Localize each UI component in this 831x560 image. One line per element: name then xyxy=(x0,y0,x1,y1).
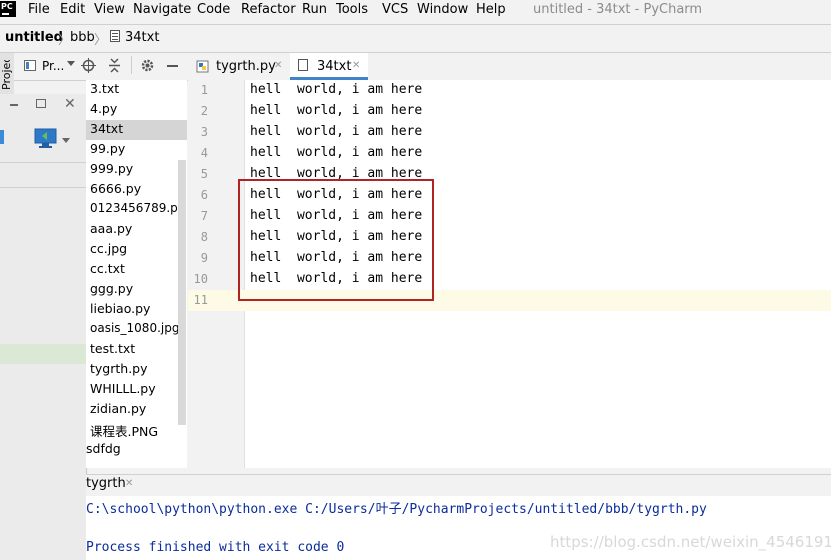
text-file-icon xyxy=(110,30,120,42)
menu-vcs[interactable]: VCS xyxy=(382,2,408,17)
line-number: 11 xyxy=(193,293,208,307)
line-number: 4 xyxy=(200,146,208,160)
tab-close-icon[interactable]: ✕ xyxy=(274,60,282,71)
tree-item-liebiao-py[interactable]: liebiao.py xyxy=(90,301,150,316)
project-tool-button[interactable]: Project xyxy=(0,60,12,90)
project-view-icon xyxy=(24,60,36,71)
console-line: C:\school\python\python.exe C:/Users/叶子/… xyxy=(86,502,707,517)
menu-file[interactable]: File xyxy=(28,2,50,17)
menu-help[interactable]: Help xyxy=(476,2,506,17)
menu-edit[interactable]: Edit xyxy=(60,2,85,17)
project-toolbar xyxy=(14,53,188,81)
dropdown-arrow-icon[interactable] xyxy=(67,61,75,66)
menu-navigate[interactable]: Navigate xyxy=(133,2,191,17)
hide-panel-icon[interactable] xyxy=(167,65,178,67)
pycharm-logo-icon: PC xyxy=(0,1,16,17)
code-line[interactable]: hell world, i am here xyxy=(250,82,422,97)
menu-window[interactable]: Window xyxy=(417,2,468,17)
line-number: 5 xyxy=(200,167,208,181)
code-line[interactable]: hell world, i am here xyxy=(250,124,422,139)
tree-item-oasis-jpg[interactable]: oasis_1080.jpg xyxy=(90,321,179,335)
console-line: Process finished with exit code 0 xyxy=(86,540,345,555)
tree-item-6666-py[interactable]: 6666.py xyxy=(90,181,141,196)
tree-item-34txt[interactable]: 34txt xyxy=(90,121,123,136)
collapse-all-icon[interactable] xyxy=(107,58,122,73)
line-number: 1 xyxy=(200,83,208,97)
code-line[interactable]: hell world, i am here xyxy=(250,103,422,118)
breadcrumb-folder[interactable]: bbb xyxy=(70,30,95,45)
toolbar-separator xyxy=(131,56,132,74)
tree-item-999-py[interactable]: 999.py xyxy=(90,161,133,176)
tree-item-sdfdg[interactable]: sdfdg xyxy=(86,441,121,456)
menu-code[interactable]: Code xyxy=(197,2,230,17)
menu-run[interactable]: Run xyxy=(302,2,327,17)
menubar-divider xyxy=(0,24,831,25)
project-vertical-label: Project xyxy=(0,60,12,90)
monitor-icon[interactable] xyxy=(34,128,58,150)
menu-refactor[interactable]: Refactor xyxy=(241,2,296,17)
python-file-icon xyxy=(196,60,209,73)
code-line[interactable]: hell world, i am here xyxy=(250,145,422,160)
tree-item-tygrth-py[interactable]: tygrth.py xyxy=(90,361,148,376)
tree-item-cc-txt[interactable]: cc.txt xyxy=(90,261,125,276)
run-tab-close-icon[interactable]: ✕ xyxy=(125,478,133,489)
tree-item-0123456789-py[interactable]: 0123456789.py xyxy=(90,201,185,215)
tree-item-whilll-py[interactable]: WHILLL.py xyxy=(90,381,156,396)
project-view-selector[interactable]: Pr... xyxy=(42,59,64,73)
tree-item-ggg-py[interactable]: ggg.py xyxy=(90,281,133,296)
watermark: https://blog.csdn.net/weixin_45461910 xyxy=(550,533,831,551)
tree-item-99-py[interactable]: 99.py xyxy=(90,141,125,156)
menu-tools[interactable]: Tools xyxy=(336,2,368,17)
tree-item-4-py[interactable]: 4.py xyxy=(90,101,117,116)
line-number: 8 xyxy=(200,230,208,244)
maximize-icon[interactable] xyxy=(36,99,46,108)
run-tab-tygrth[interactable]: tygrth xyxy=(86,476,126,491)
line-number: 9 xyxy=(200,251,208,265)
tree-item-test-txt[interactable]: test.txt xyxy=(90,341,135,356)
tree-item-aaa-py[interactable]: aaa.py xyxy=(90,221,132,236)
run-panel-header xyxy=(86,474,831,497)
line-number: 3 xyxy=(200,125,208,139)
line-number: 7 xyxy=(200,209,208,223)
tree-item-cc-jpg[interactable]: cc.jpg xyxy=(90,241,127,256)
tree-item-zidian-py[interactable]: zidian.py xyxy=(90,401,146,416)
menu-view[interactable]: View xyxy=(94,2,125,17)
breadcrumb-file[interactable]: 34txt xyxy=(125,30,159,45)
side-tool-icon[interactable] xyxy=(0,130,4,144)
breadcrumb-project[interactable]: untitled xyxy=(5,30,63,45)
window-title: untitled - 34txt - PyCharm xyxy=(533,2,703,17)
tab-34txt[interactable]: 34txt ✕ xyxy=(290,53,368,80)
line-number: 6 xyxy=(200,188,208,202)
text-file-icon xyxy=(298,59,308,71)
tree-indent-guide xyxy=(74,80,86,468)
annotation-highlight-box xyxy=(238,179,434,301)
tab-label: tygrth.py xyxy=(216,59,276,74)
gear-icon[interactable] xyxy=(140,58,155,73)
tree-item-schedule-png[interactable]: 课程表.PNG xyxy=(90,421,158,440)
tab-tygrth-py[interactable]: tygrth.py ✕ xyxy=(188,53,288,80)
dropdown-arrow-icon[interactable] xyxy=(62,138,70,143)
tab-label: 34txt xyxy=(317,59,352,74)
breadcrumb-chevron-icon: 〉 xyxy=(94,33,108,48)
tree-scrollbar[interactable] xyxy=(178,160,186,425)
line-number: 10 xyxy=(193,272,208,286)
line-number: 2 xyxy=(200,104,208,118)
minimize-icon[interactable] xyxy=(10,104,18,106)
tree-item-3-txt[interactable]: 3.txt xyxy=(90,81,119,96)
tab-close-icon[interactable]: ✕ xyxy=(352,60,360,71)
locate-target-icon[interactable] xyxy=(81,58,96,73)
